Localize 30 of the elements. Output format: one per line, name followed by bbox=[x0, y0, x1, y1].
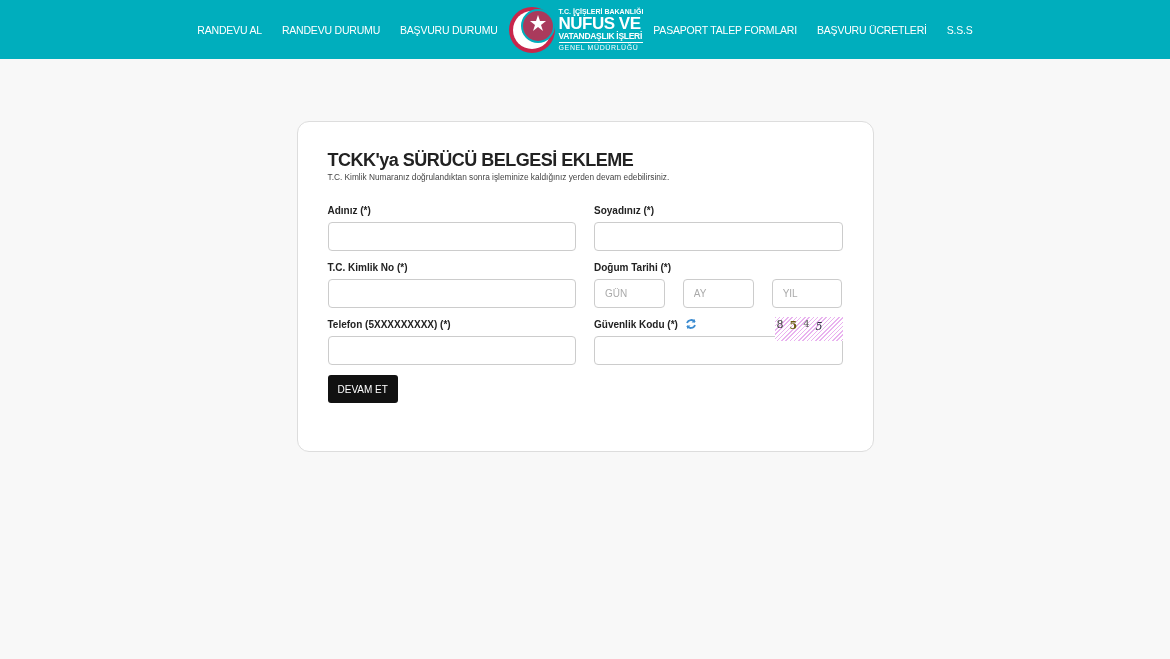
captcha-character: 8 bbox=[776, 319, 784, 330]
input-field[interactable]: GÜN bbox=[594, 279, 665, 308]
input-field[interactable] bbox=[594, 222, 843, 251]
field-label: Telefon (5XXXXXXXXX) (*) bbox=[327, 318, 451, 330]
captcha-character: 5 bbox=[815, 321, 823, 332]
nav-link[interactable]: RANDEVU DURUMU bbox=[281, 23, 380, 36]
captcha-character: 4 bbox=[803, 319, 810, 329]
form-title: TCKK'ya SÜRÜCÜ BELGESİ EKLEME bbox=[327, 150, 635, 171]
nav-link[interactable]: BAŞVURU DURUMU bbox=[400, 23, 498, 36]
nav-link[interactable]: PASAPORT TALEP FORMLARI bbox=[653, 23, 797, 36]
logo-text: VATANDAŞLIK İŞLERİ bbox=[558, 32, 643, 41]
input-field[interactable] bbox=[327, 279, 576, 308]
continue-button[interactable]: DEVAM ET bbox=[327, 375, 398, 403]
field-label: Güvenlik Kodu (*) bbox=[594, 318, 678, 330]
form-subtitle: T.C. Kimlik Numaranız doğrulandıktan sonra işleminize kaldığınız yerden devam edebilirsiniz. bbox=[327, 172, 671, 182]
captcha-character: 5 bbox=[789, 320, 798, 331]
nav-link[interactable]: BAŞVURU ÜCRETLERİ bbox=[816, 23, 927, 36]
input-field[interactable]: AY bbox=[682, 279, 754, 308]
nav-link[interactable]: S.S.S bbox=[946, 23, 973, 36]
input-field[interactable] bbox=[327, 336, 576, 365]
nav-link[interactable]: RANDEVU AL bbox=[197, 23, 262, 36]
field-label: Adınız (*) bbox=[327, 204, 371, 216]
refresh-icon[interactable] bbox=[684, 318, 697, 330]
input-field[interactable] bbox=[594, 336, 843, 365]
field-label: Doğum Tarihi (*) bbox=[594, 261, 672, 273]
input-field[interactable] bbox=[327, 222, 576, 251]
field-label: T.C. Kimlik No (*) bbox=[327, 261, 408, 273]
input-field[interactable]: YIL bbox=[771, 279, 843, 308]
logo-text: NÜFUS VE bbox=[558, 15, 641, 33]
field-label: Soyadınız (*) bbox=[594, 204, 654, 216]
